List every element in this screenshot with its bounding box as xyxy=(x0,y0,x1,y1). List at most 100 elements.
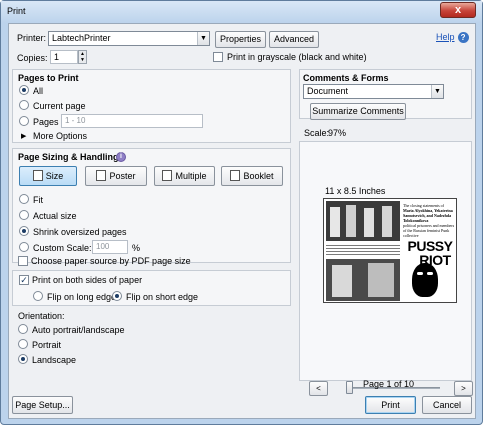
landscape-label: Landscape xyxy=(32,355,77,365)
custom-scale-unit: % xyxy=(132,243,141,253)
poster-icon xyxy=(96,170,107,181)
scale-label: Scale: xyxy=(304,128,330,138)
title-bar[interactable]: Print x xyxy=(1,1,482,23)
close-button[interactable]: x xyxy=(440,2,476,18)
multiple-icon xyxy=(162,170,173,181)
page-setup-button[interactable]: Page Setup... xyxy=(12,396,73,414)
previous-page-button[interactable]: < xyxy=(309,381,328,396)
comments-forms-title: Comments & Forms xyxy=(303,73,389,83)
preview-logo-line1: PUSSY xyxy=(407,238,453,254)
shrink-oversized-radio[interactable] xyxy=(19,226,29,236)
preview-figure-1 xyxy=(330,207,340,237)
flip-long-edge-label: Flip on long edge xyxy=(47,292,117,302)
booklet-icon xyxy=(230,170,241,181)
duplex-panel: ✓ Print on both sides of paper Flip on l… xyxy=(12,270,291,306)
pages-to-print-panel: Pages to Print All Current page Pages 1 … xyxy=(12,69,291,143)
auto-orientation-label: Auto portrait/landscape xyxy=(32,325,125,335)
help-icon: ? xyxy=(457,32,469,44)
both-sides-checkbox[interactable]: ✓ xyxy=(19,275,29,285)
advanced-button[interactable]: Advanced xyxy=(269,31,319,48)
copies-label: Copies: xyxy=(17,53,48,63)
fit-label: Fit xyxy=(33,195,43,205)
next-page-button[interactable]: > xyxy=(454,381,473,396)
page-sizing-panel: Page Sizing & Handling i Size Poster Mul… xyxy=(12,148,291,263)
print-dialog-window: Print x Printer: LabtechPrinter ▼ Proper… xyxy=(0,0,483,425)
pages-range-input[interactable]: 1 - 10 xyxy=(61,114,203,128)
cancel-button[interactable]: Cancel xyxy=(422,396,472,414)
paper-size-label: 11 x 8.5 Inches xyxy=(325,186,386,196)
all-pages-radio[interactable] xyxy=(19,85,29,95)
help-link-label: Help xyxy=(436,32,455,42)
help-link[interactable]: Help? xyxy=(436,32,469,44)
copies-stepper[interactable]: ▲ ▼ xyxy=(78,50,87,64)
properties-button[interactable]: Properties xyxy=(215,31,266,48)
all-pages-label: All xyxy=(33,86,44,96)
preview-balaclava-icon xyxy=(412,263,438,297)
printer-select[interactable]: LabtechPrinter ▼ xyxy=(48,31,210,46)
dialog-client-area: Printer: LabtechPrinter ▼ Properties Adv… xyxy=(8,23,476,419)
preview-eye-right xyxy=(427,272,433,275)
size-tab-label: Size xyxy=(45,171,64,181)
preview-figure-3 xyxy=(364,208,374,237)
summarize-comments-button[interactable]: Summarize Comments xyxy=(310,103,406,120)
orientation-title: Orientation: xyxy=(18,311,65,321)
comments-select[interactable]: Document ▼ xyxy=(303,84,444,99)
pages-to-print-title: Pages to Print xyxy=(18,73,79,83)
grayscale-checkbox[interactable] xyxy=(213,52,223,62)
custom-scale-label: Custom Scale: xyxy=(33,243,92,253)
fit-radio[interactable] xyxy=(19,194,29,204)
preview-page: The closing statements of Maria Alyokhin… xyxy=(323,198,457,303)
comments-forms-panel: Comments & Forms Document ▼ Summarize Co… xyxy=(299,69,472,120)
grayscale-label: Print in grayscale (black and white) xyxy=(227,52,367,62)
paper-source-checkbox[interactable] xyxy=(18,256,28,266)
poster-tab-label: Poster xyxy=(109,171,136,181)
preview-figure-2 xyxy=(346,205,356,237)
preview-doc-text: The closing statements of Maria Alyokhin… xyxy=(403,203,456,238)
preview-logo-text: PUSSY RIOT xyxy=(403,238,456,267)
preview-eye-left xyxy=(417,272,423,275)
portrait-label: Portrait xyxy=(32,340,62,350)
flip-long-edge-radio[interactable] xyxy=(33,291,43,301)
actual-size-radio[interactable] xyxy=(19,210,29,220)
current-page-radio[interactable] xyxy=(19,100,29,110)
pages-range-radio[interactable] xyxy=(19,116,29,126)
booklet-tab-button[interactable]: Booklet xyxy=(221,166,283,186)
printer-label: Printer: xyxy=(17,33,47,43)
chevron-down-icon: ▼ xyxy=(197,32,209,45)
more-options-label[interactable]: More Options xyxy=(33,131,87,141)
both-sides-label: Print on both sides of paper xyxy=(32,275,143,285)
flip-short-edge-radio[interactable] xyxy=(112,291,122,301)
auto-orientation-radio[interactable] xyxy=(18,324,28,334)
chevron-right-icon: > xyxy=(461,384,466,393)
portrait-radio[interactable] xyxy=(18,339,28,349)
chevron-left-icon: < xyxy=(316,384,321,393)
page-slider-thumb[interactable] xyxy=(346,381,353,394)
multiple-tab-button[interactable]: Multiple xyxy=(154,166,215,186)
size-tab-button[interactable]: Size xyxy=(19,166,77,186)
booklet-tab-label: Booklet xyxy=(243,171,274,181)
poster-tab-button[interactable]: Poster xyxy=(85,166,147,186)
chevron-down-icon: ▼ xyxy=(431,85,443,98)
page-sizing-title: Page Sizing & Handling xyxy=(18,152,119,162)
paper-source-label: Choose paper source by PDF page size xyxy=(31,256,191,266)
print-button[interactable]: Print xyxy=(365,396,416,414)
pages-range-label: Pages xyxy=(33,117,59,127)
preview-figure-4 xyxy=(382,206,392,237)
preview-doc-names: Maria Alyokhina, Yekaterina Samutsevich,… xyxy=(403,208,453,223)
printer-value: LabtechPrinter xyxy=(52,33,111,43)
expand-triangle-icon[interactable]: ▶ xyxy=(21,132,26,140)
preview-doc-sub: political prisoners and members of the R… xyxy=(403,223,455,238)
multiple-tab-label: Multiple xyxy=(175,171,207,181)
size-icon xyxy=(32,170,43,181)
custom-scale-input[interactable]: 100 xyxy=(92,240,128,254)
page-indicator: Page 1 of 10 xyxy=(363,379,415,389)
landscape-radio[interactable] xyxy=(18,354,28,364)
flip-short-edge-label: Flip on short edge xyxy=(126,292,199,302)
custom-scale-radio[interactable] xyxy=(19,242,29,252)
current-page-label: Current page xyxy=(33,101,86,111)
copies-input[interactable]: 1 xyxy=(50,50,78,64)
preview-panel: 11 x 8.5 Inches The closing statements o… xyxy=(299,141,473,396)
info-icon[interactable]: i xyxy=(116,152,126,162)
preview-text-block xyxy=(326,243,400,257)
shrink-oversized-label: Shrink oversized pages xyxy=(33,227,127,237)
